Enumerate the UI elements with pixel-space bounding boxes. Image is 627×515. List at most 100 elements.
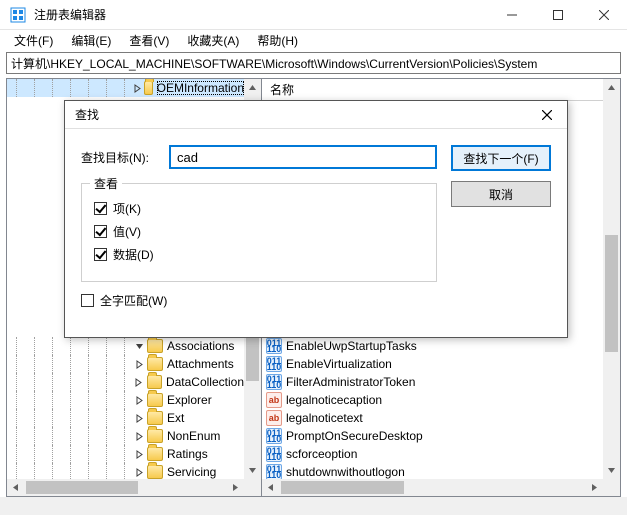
reg-dword-icon: 011 110 (266, 338, 282, 354)
list-item-name: legalnoticecaption (286, 393, 382, 407)
chevron-right-icon[interactable] (133, 394, 145, 406)
chevron-right-icon[interactable] (133, 82, 142, 94)
chevron-right-icon[interactable] (133, 430, 145, 442)
chevron-right-icon[interactable] (133, 412, 145, 424)
checkbox-data-label: 数据(D) (113, 246, 154, 263)
dialog-close-button[interactable] (527, 101, 567, 129)
tree-item[interactable]: NonEnum (7, 427, 244, 445)
find-target-input[interactable] (169, 145, 437, 169)
menu-view[interactable]: 查看(V) (121, 30, 177, 51)
chevron-right-icon[interactable] (133, 358, 145, 370)
dialog-title: 查找 (75, 106, 527, 123)
tree-item[interactable]: OEMInformation (7, 79, 244, 97)
tree-item[interactable]: Attachments (7, 355, 244, 373)
list-vscrollbar[interactable] (603, 79, 620, 479)
tree-item[interactable]: DataCollection (7, 373, 244, 391)
checkbox-values-label: 值(V) (113, 223, 141, 240)
lookat-legend: 查看 (90, 175, 122, 192)
chevron-right-icon[interactable] (133, 376, 145, 388)
dialog-titlebar[interactable]: 查找 (65, 101, 567, 129)
reg-dword-icon: 011 110 (266, 464, 282, 479)
list-item-name: scforceoption (286, 447, 357, 461)
list-header[interactable]: 名称 (262, 79, 620, 101)
column-name[interactable]: 名称 (270, 81, 294, 98)
checkbox-keys[interactable] (94, 202, 107, 215)
scroll-left-icon[interactable] (7, 479, 24, 496)
reg-dword-icon: 011 110 (266, 356, 282, 372)
maximize-button[interactable] (535, 0, 581, 30)
folder-icon (147, 429, 163, 443)
tree-item[interactable]: Explorer (7, 391, 244, 409)
lookat-group: 查看 项(K) 值(V) 数据(D) (81, 183, 437, 282)
address-bar[interactable]: 计算机\HKEY_LOCAL_MACHINE\SOFTWARE\Microsof… (6, 52, 621, 74)
tree-item[interactable]: Ext (7, 409, 244, 427)
checkbox-wholeword[interactable] (81, 294, 94, 307)
tree-item[interactable]: Associations (7, 337, 244, 355)
list-item[interactable]: 011 110 PromptOnSecureDesktop (262, 427, 603, 445)
tree-item[interactable]: Servicing (7, 463, 244, 479)
list-item[interactable]: 011 110FilterAdministratorToken (262, 373, 603, 391)
list-item-name: shutdownwithoutlogon (286, 465, 405, 479)
tree-item-label: OEMInformation (157, 81, 244, 95)
list-item-name: EnableUwpStartupTasks (286, 339, 417, 353)
reg-sz-icon: ab (266, 410, 282, 426)
folder-icon (147, 357, 163, 371)
list-item[interactable]: 011 110 scforceoption (262, 445, 603, 463)
tree-item-label: Ext (167, 411, 184, 425)
tree-item-label: Associations (167, 339, 234, 353)
scroll-up-icon[interactable] (603, 79, 620, 96)
folder-icon (147, 339, 163, 353)
minimize-button[interactable] (489, 0, 535, 30)
chevron-right-icon[interactable] (133, 466, 145, 478)
scroll-up-icon[interactable] (244, 79, 261, 96)
checkbox-data[interactable] (94, 248, 107, 261)
scroll-corner (244, 479, 261, 496)
tree-item-label: Ratings (167, 447, 208, 461)
find-dialog: 查找 查找目标(N): 查看 项(K) 值(V) (64, 100, 568, 338)
menu-favorites[interactable]: 收藏夹(A) (179, 30, 247, 51)
tree-item-label: DataCollection (166, 375, 244, 389)
list-item-name: legalnoticetext (286, 411, 363, 425)
checkbox-keys-label: 项(K) (113, 200, 141, 217)
list-item-name: FilterAdministratorToken (286, 375, 415, 389)
reg-dword-icon: 011 110 (266, 428, 282, 444)
folder-icon (147, 393, 163, 407)
folder-icon (147, 375, 162, 389)
window-title: 注册表编辑器 (34, 6, 106, 23)
list-item[interactable]: ablegalnoticecaption (262, 391, 603, 409)
list-item[interactable]: 011 110 EnableVirtualization (262, 355, 603, 373)
find-next-button[interactable]: 查找下一个(F) (451, 145, 551, 171)
list-hscrollbar[interactable] (262, 479, 603, 496)
list-item[interactable]: 011 110 EnableUwpStartupTasks (262, 337, 603, 355)
tree-item-label: NonEnum (167, 429, 220, 443)
list-item-name: EnableVirtualization (286, 357, 392, 371)
scroll-left-icon[interactable] (262, 479, 279, 496)
tree-item[interactable]: Ratings (7, 445, 244, 463)
list-item[interactable]: 011 110 shutdownwithoutlogon (262, 463, 603, 479)
tree-item-label: Attachments (167, 357, 234, 371)
window-titlebar: 注册表编辑器 (0, 0, 627, 30)
scroll-down-icon[interactable] (244, 462, 261, 479)
list-item[interactable]: ab legalnoticetext (262, 409, 603, 427)
reg-dword-icon: 011 110 (266, 446, 282, 462)
scroll-right-icon[interactable] (586, 479, 603, 496)
list-item-name: PromptOnSecureDesktop (286, 429, 423, 443)
scroll-right-icon[interactable] (227, 479, 244, 496)
tree-item-label: Servicing (167, 465, 216, 479)
menu-edit[interactable]: 编辑(E) (63, 30, 119, 51)
folder-icon (147, 411, 163, 425)
checkbox-values[interactable] (94, 225, 107, 238)
scroll-corner (603, 479, 620, 496)
chevron-right-icon[interactable] (133, 448, 145, 460)
menu-help[interactable]: 帮助(H) (249, 30, 306, 51)
menu-file[interactable]: 文件(F) (6, 30, 61, 51)
folder-icon (144, 81, 153, 95)
folder-icon (147, 465, 163, 479)
close-button[interactable] (581, 0, 627, 30)
tree-item-label: Explorer (167, 393, 212, 407)
cancel-button[interactable]: 取消 (451, 181, 551, 207)
chevron-down-icon[interactable] (133, 340, 145, 352)
tree-hscrollbar[interactable] (7, 479, 244, 496)
scroll-down-icon[interactable] (603, 462, 620, 479)
menubar: 文件(F) 编辑(E) 查看(V) 收藏夹(A) 帮助(H) (0, 30, 627, 50)
